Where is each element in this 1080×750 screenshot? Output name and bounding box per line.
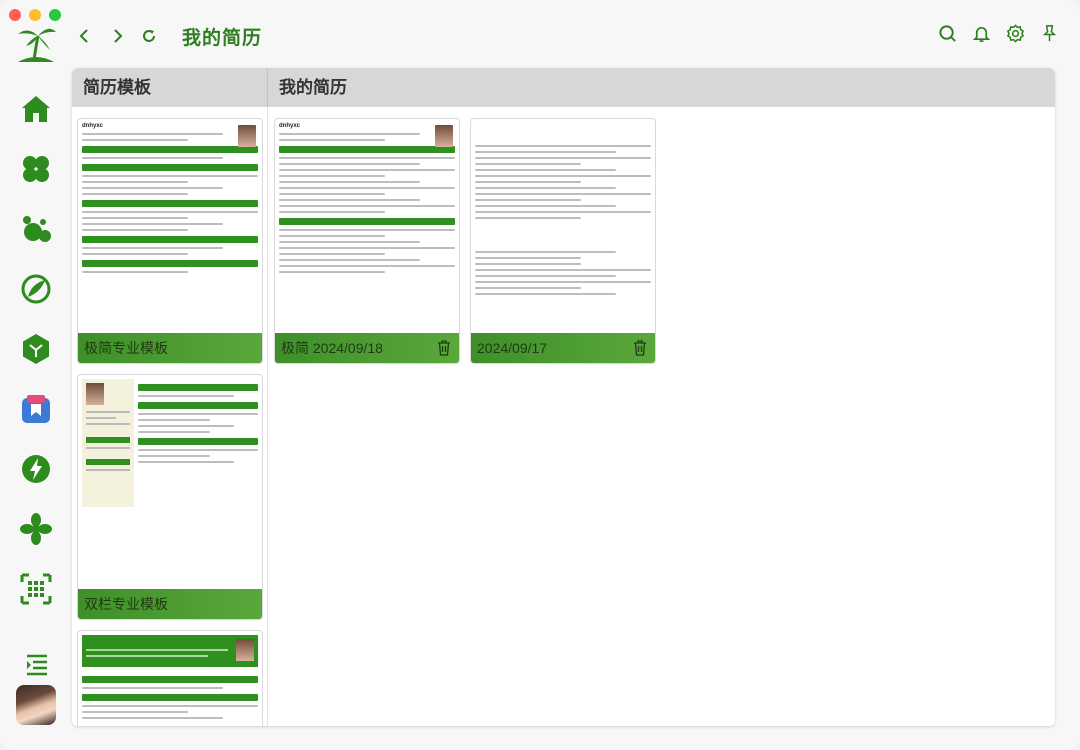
app-window: 我的简历 简历模板 我的简历 dnhyxc 极简专业模板 双栏专业模板 dnhy… <box>0 0 1080 750</box>
collapse-menu-icon[interactable] <box>17 645 55 683</box>
resume-preview <box>138 379 258 463</box>
resume-preview <box>475 141 651 295</box>
main-panel: 简历模板 我的简历 dnhyxc 极简专业模板 双栏专业模板 dnhyxc 极简… <box>72 68 1055 726</box>
lightning-icon[interactable] <box>17 450 55 488</box>
profile-photo <box>238 125 256 147</box>
forward-button[interactable] <box>104 23 130 49</box>
templates-heading: 简历模板 <box>72 68 268 107</box>
asterisk-icon[interactable] <box>17 510 55 548</box>
top-bar: 我的简历 <box>72 18 1060 54</box>
bell-icon[interactable] <box>970 22 992 44</box>
bookmark-app-icon[interactable] <box>17 390 55 428</box>
hexagon-icon[interactable] <box>17 330 55 368</box>
resume-name: 极简 2024/09/18 <box>281 340 383 356</box>
back-button[interactable] <box>72 23 98 49</box>
page-title: 我的简历 <box>182 27 263 49</box>
home-icon[interactable] <box>17 90 55 128</box>
template-card[interactable] <box>77 630 263 726</box>
resume-name: 2024/09/17 <box>477 340 548 356</box>
card-label: 极简专业模板 <box>78 333 262 363</box>
panel-header: 简历模板 我的简历 <box>72 68 1055 107</box>
search-icon[interactable] <box>936 22 958 44</box>
resume-card[interactable]: 2024/09/17 <box>470 118 656 364</box>
template-card[interactable]: dnhyxc 极简专业模板 <box>77 118 263 364</box>
resume-preview: dnhyxc <box>279 123 455 273</box>
sidebar <box>0 0 72 750</box>
grid-frame-icon[interactable] <box>17 570 55 608</box>
resume-preview: dnhyxc <box>82 123 258 273</box>
resume-card[interactable]: dnhyxc 极简 2024/09/18 <box>274 118 460 364</box>
bubbles-icon[interactable] <box>17 210 55 248</box>
pin-icon[interactable] <box>1038 22 1060 44</box>
card-label: 极简 2024/09/18 <box>275 333 459 363</box>
my-resumes-heading: 我的简历 <box>279 78 347 97</box>
profile-photo <box>435 125 453 147</box>
card-label: 双栏专业模板 <box>78 589 262 619</box>
template-card[interactable]: 双栏专业模板 <box>77 374 263 620</box>
template-name: 极简专业模板 <box>84 340 168 356</box>
gear-icon[interactable] <box>1004 22 1026 44</box>
profile-photo <box>86 383 104 405</box>
card-label: 2024/09/17 <box>471 333 655 363</box>
resume-header-band <box>82 635 258 667</box>
user-avatar[interactable] <box>16 685 56 725</box>
clover-icon[interactable] <box>17 150 55 188</box>
trash-icon[interactable] <box>437 340 451 356</box>
template-name: 双栏专业模板 <box>84 596 168 612</box>
palm-island-logo <box>14 22 58 66</box>
top-actions <box>936 22 1060 44</box>
profile-photo <box>236 639 254 661</box>
resume-preview <box>82 671 258 719</box>
resume-side-column <box>82 379 134 507</box>
refresh-button[interactable] <box>136 23 162 49</box>
trash-icon[interactable] <box>633 340 647 356</box>
leaf-pen-icon[interactable] <box>17 270 55 308</box>
templates-column: dnhyxc 极简专业模板 双栏专业模板 <box>72 107 268 726</box>
